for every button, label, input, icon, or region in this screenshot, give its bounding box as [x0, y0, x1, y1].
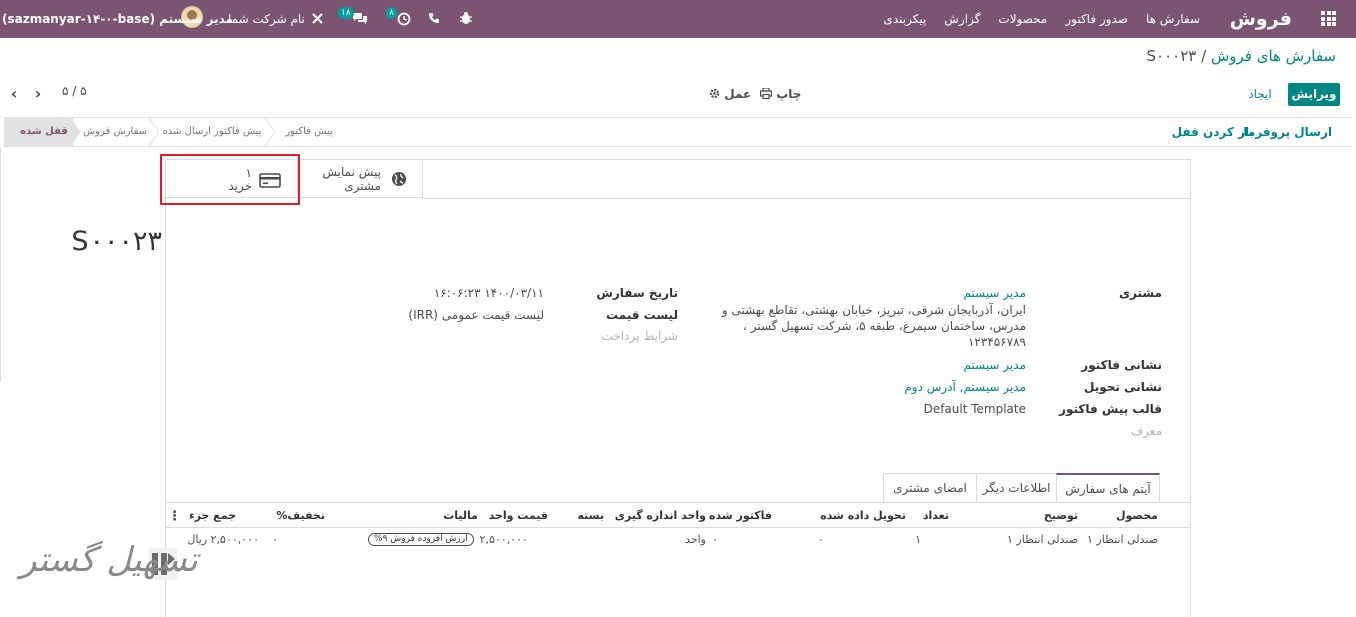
- send-proforma-button[interactable]: ارسال پروفرما: [1243, 118, 1332, 146]
- main-menu: سفارش ها صدور فاکتور محصولات گزارش پیکرب…: [865, 0, 1200, 38]
- tab-customer-signature[interactable]: امضای مشتری: [883, 473, 976, 503]
- cell-tax-tag: ارزش افزوده فروش ۹%: [368, 533, 474, 546]
- globe-icon: [392, 172, 406, 186]
- stage-quotation-sent[interactable]: پیش فاکتور ارسال شده: [159, 118, 265, 146]
- unlock-button[interactable]: باز کردن قفل: [1172, 118, 1254, 146]
- customer-label: مشتری: [1118, 286, 1162, 300]
- cell-description: صندلی انتظار ۱: [1007, 533, 1078, 546]
- col-description[interactable]: توضیح: [1044, 509, 1078, 522]
- customer-address-line1: ایران، آذربایجان شرقی، تبریز، خیابان بهش…: [721, 303, 1026, 317]
- menu-reporting[interactable]: گزارش: [944, 0, 980, 38]
- menu-invoicing[interactable]: صدور فاکتور: [1065, 0, 1128, 38]
- left-edge-line: [0, 147, 1, 382]
- stage-locked[interactable]: قفل شده: [5, 118, 73, 146]
- preview-label-line2: مشتری: [344, 179, 381, 193]
- pager-previous-icon[interactable]: ‹: [6, 86, 22, 102]
- stage-arrow-separator: [71, 118, 81, 146]
- company-switcher[interactable]: نام شرکت شما: [228, 0, 305, 38]
- invoice-address-label: نشانی فاکتور: [1081, 358, 1162, 372]
- cell-product: صندلی انتظار ۱: [1087, 533, 1158, 546]
- debug-bug-icon[interactable]: [459, 11, 473, 25]
- cell-uom: واحد: [685, 533, 706, 546]
- invoice-address-link[interactable]: مدیر سیستم: [964, 357, 1027, 373]
- customer-address-line3: ۱۲۳۴۵۶۷۸۹: [967, 335, 1026, 349]
- cell-discount: ۰: [272, 533, 278, 546]
- customer-link[interactable]: مدیر سیستم: [964, 285, 1027, 301]
- form-sheet: پیش نمایش مشتری ۱ خرید: [165, 159, 1191, 617]
- breadcrumb-parent[interactable]: سفارش های فروش: [1211, 47, 1336, 65]
- breadcrumb-current: S۰۰۰۲۳: [1146, 47, 1197, 65]
- col-taxes[interactable]: مالیات: [443, 509, 478, 522]
- action-label: عمل: [724, 87, 752, 101]
- messages-icon[interactable]: [352, 11, 368, 25]
- col-quantity[interactable]: تعداد: [923, 509, 949, 522]
- cell-subtotal: ۲,۵۰۰,۰۰۰ ریال: [187, 533, 259, 546]
- stage-arrow-separator: [265, 118, 275, 146]
- menu-orders[interactable]: سفارش ها: [1146, 0, 1200, 38]
- tab-other-info[interactable]: اطلاعات دیگر: [976, 473, 1056, 503]
- pricelist-value: لیست قیمت عمومی (IRR): [408, 308, 544, 322]
- cell-unit-price: ۲,۵۰۰,۰۰۰: [479, 533, 528, 546]
- menu-configuration[interactable]: پیکربندی: [883, 0, 926, 38]
- col-delivered[interactable]: تحویل داده شده: [820, 509, 906, 522]
- referrer-placeholder[interactable]: معرف: [1131, 424, 1162, 438]
- pricelist-label: لیست قیمت: [606, 308, 678, 322]
- tools-icon[interactable]: [311, 12, 324, 25]
- print-dropdown[interactable]: چاپ: [760, 83, 801, 106]
- tab-divider: [166, 502, 1190, 503]
- statusbar: ارسال پروفرما باز کردن قفل قفل شده سفارش…: [4, 117, 1352, 147]
- optional-columns-icon[interactable]: ⋮: [168, 509, 181, 524]
- stage-sale-order[interactable]: سفارش فروش: [81, 118, 149, 146]
- quotation-template-label: قالب پیش فاکتور: [1059, 402, 1162, 416]
- activity-count-badge: ۸: [386, 7, 397, 19]
- cell-quantity: ۱: [915, 533, 921, 546]
- create-button[interactable]: ایجاد: [1236, 83, 1284, 106]
- payment-terms-placeholder[interactable]: شرایط پرداخت: [602, 329, 678, 343]
- col-uom[interactable]: واحد اندازه گیری: [615, 509, 706, 522]
- delivery-address-label: نشانی تحویل: [1084, 380, 1162, 394]
- col-invoiced[interactable]: فاکتور شده: [709, 509, 772, 522]
- col-unit-price[interactable]: قیمت واحد: [489, 509, 548, 522]
- quotation-template-value: Default Template: [923, 402, 1026, 416]
- menu-products[interactable]: محصولات: [998, 0, 1047, 38]
- pager-value[interactable]: ۵ / ۵: [62, 83, 87, 99]
- activity-clock-icon[interactable]: [397, 12, 411, 26]
- watermark-text: تسهیل گستر: [20, 540, 198, 580]
- breadcrumb: سفارش های فروش / S۰۰۰۲۳: [1147, 47, 1336, 65]
- edit-button[interactable]: ویرایش: [1288, 83, 1340, 106]
- customer-preview-button[interactable]: پیش نمایش مشتری: [297, 160, 423, 198]
- user-menu[interactable]: مدیر سیستم (sazmanyar-۱۴-۰-base): [2, 0, 233, 38]
- order-date-value: ۱۴۰۰/۰۳/۱۱ ۱۶:۰۶:۲۳: [433, 286, 544, 300]
- phone-icon[interactable]: [428, 12, 440, 24]
- printer-icon: [760, 87, 773, 100]
- col-product[interactable]: محصول: [1116, 509, 1158, 522]
- tab-order-lines[interactable]: آیتم های سفارش: [1056, 473, 1160, 503]
- pager-next-icon[interactable]: ›: [30, 86, 46, 102]
- breadcrumb-separator: /: [1201, 47, 1207, 65]
- document-title: S۰۰۰۲۳: [71, 226, 162, 257]
- app-brand[interactable]: فروش: [1230, 0, 1292, 38]
- button-box-divider: [423, 198, 1190, 199]
- col-subtotal[interactable]: جمع جزء: [189, 509, 236, 522]
- table-header-divider: [166, 527, 1190, 528]
- col-package[interactable]: بسته: [578, 509, 605, 522]
- apps-menu-icon[interactable]: [1321, 11, 1336, 26]
- customer-address-line2: مدرس، ساختمان سیمرغ، طبقه ۵، شرکت تسهیل …: [743, 319, 1026, 333]
- cell-invoiced: ۰: [712, 533, 718, 546]
- print-label: چاپ: [776, 87, 802, 101]
- gear-icon: [709, 88, 720, 99]
- messages-count-badge: ۱۸: [338, 7, 354, 19]
- highlight-box: [160, 154, 300, 205]
- col-discount[interactable]: تخفیف%: [276, 509, 325, 522]
- order-date-label: تاریخ سفارش: [596, 286, 678, 300]
- stage-arrow-separator: [149, 118, 159, 146]
- stage-quotation[interactable]: پیش فاکتور: [275, 118, 343, 146]
- top-navbar: فروش سفارش ها صدور فاکتور محصولات گزارش …: [0, 0, 1356, 38]
- cell-delivered: ۰: [818, 533, 824, 546]
- action-dropdown[interactable]: عمل: [709, 83, 751, 106]
- stage-pipeline: قفل شده سفارش فروش پیش فاکتور ارسال شده …: [4, 118, 344, 146]
- delivery-address-link[interactable]: مدیر سیستم, آدرس دوم: [904, 379, 1026, 395]
- preview-label-line1: پیش نمایش: [322, 165, 381, 179]
